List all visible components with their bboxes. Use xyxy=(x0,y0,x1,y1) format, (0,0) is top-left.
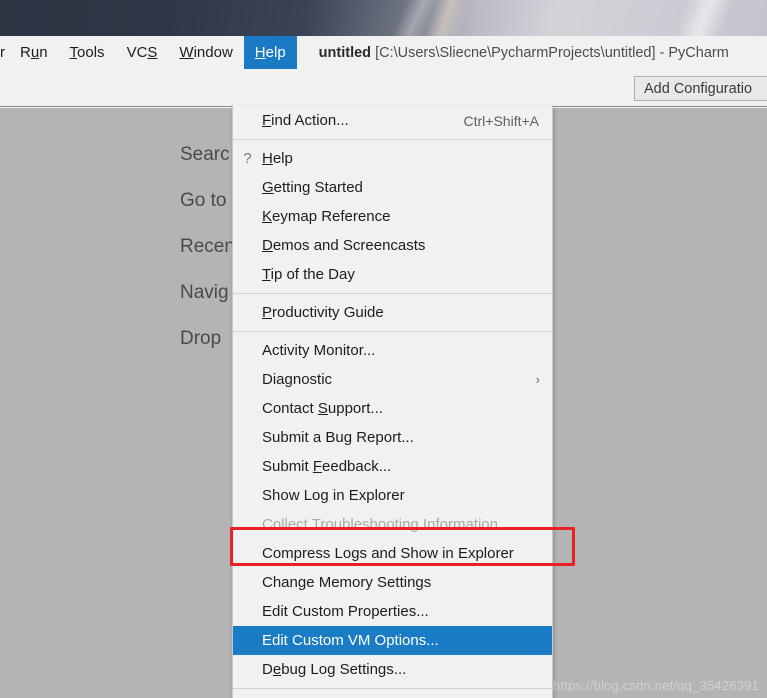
menu-item-label: Find Action... xyxy=(262,112,349,129)
menu-item-label: Diagnostic xyxy=(262,371,333,388)
menu-item-edit-custom-vm-options[interactable]: Edit Custom VM Options... xyxy=(233,626,552,655)
menu-item-label: Change Memory Settings xyxy=(262,574,432,591)
menu-item-compress-logs-and-show-in-explorer[interactable]: Compress Logs and Show in Explorer xyxy=(233,539,552,568)
menu-item-label: Contact Support... xyxy=(262,400,383,417)
menubar-item-window-label: Window xyxy=(179,44,233,61)
menu-item-label: Edit Custom Properties... xyxy=(262,603,429,620)
menu-item-label: Submit Feedback... xyxy=(262,458,392,475)
welcome-line-navigate: Navig xyxy=(180,282,229,303)
window-title-path: [C:\Users\Sliecne\PycharmProjects\untitl… xyxy=(375,44,729,61)
menubar-item-window[interactable]: Window xyxy=(168,36,243,69)
menu-item-collect-troubleshooting-information: Collect Troubleshooting Information xyxy=(233,510,552,539)
menu-item-tip-of-the-day[interactable]: Tip of the Day xyxy=(233,260,552,289)
menu-item-diagnostic[interactable]: Diagnostic › xyxy=(233,365,552,394)
menu-item-keymap-reference[interactable]: Keymap Reference xyxy=(233,202,552,231)
menu-item-label: Getting Started xyxy=(262,179,363,196)
menu-item-change-memory-settings[interactable]: Change Memory Settings xyxy=(233,568,552,597)
menu-item-label: Show Log in Explorer xyxy=(262,487,405,504)
menu-item-label: Edit Custom VM Options... xyxy=(262,632,439,649)
menubar-item-tools-label: Tools xyxy=(69,44,105,61)
menu-item-label: Demos and Screencasts xyxy=(262,237,426,254)
window-title: untitled [C:\Users\Sliecne\PycharmProjec… xyxy=(297,36,729,69)
menu-separator xyxy=(233,688,552,689)
menu-item-label: Compress Logs and Show in Explorer xyxy=(262,545,514,562)
menubar-item-truncated[interactable]: r xyxy=(0,36,9,69)
menu-item-productivity-guide[interactable]: Productivity Guide xyxy=(233,298,552,327)
menubar-item-truncated-label: r xyxy=(0,44,5,61)
menu-item-label: Keymap Reference xyxy=(262,208,391,225)
welcome-line-goto: Go to xyxy=(180,190,227,211)
menubar-item-help-label: Help xyxy=(254,44,286,61)
menu-separator xyxy=(233,331,552,332)
menu-item-debug-log-settings[interactable]: Debug Log Settings... xyxy=(233,655,552,684)
menu-item-label: Activity Monitor... xyxy=(262,342,376,359)
menubar-item-help[interactable]: Help xyxy=(243,36,297,69)
menubar-item-tools[interactable]: Tools xyxy=(59,36,116,69)
menu-item-demos-and-screencasts[interactable]: Demos and Screencasts xyxy=(233,231,552,260)
menu-item-shortcut: Ctrl+Shift+A xyxy=(463,112,539,129)
question-mark-icon: ? xyxy=(243,150,252,167)
menubar-item-vcs[interactable]: VCS xyxy=(116,36,169,69)
add-configuration-label: Add Configuratio xyxy=(644,80,753,97)
menu-item-find-action[interactable]: Find Action... Ctrl+Shift+A xyxy=(233,106,552,135)
menu-item-submit-a-bug-report[interactable]: Submit a Bug Report... xyxy=(233,423,552,452)
menu-item-label: Debug Log Settings... xyxy=(262,661,407,678)
desktop-wallpaper xyxy=(0,0,767,36)
menu-separator xyxy=(233,139,552,140)
menu-item-getting-started[interactable]: Getting Started xyxy=(233,173,552,202)
menu-bar: r Run Tools VCS Window Help untitled [C:… xyxy=(0,36,767,69)
pycharm-window: r Run Tools VCS Window Help untitled [C:… xyxy=(0,36,767,698)
menu-item-activity-monitor[interactable]: Activity Monitor... xyxy=(233,336,552,365)
menu-item-label: Productivity Guide xyxy=(262,304,384,321)
toolbar: Add Configuratio xyxy=(0,69,767,107)
help-dropdown-menu: Find Action... Ctrl+Shift+A? Help Getting S… xyxy=(232,105,553,698)
menu-item-show-log-in-explorer[interactable]: Show Log in Explorer xyxy=(233,481,552,510)
add-configuration-button[interactable]: Add Configuratio xyxy=(634,76,767,101)
menu-item-label: Submit a Bug Report... xyxy=(262,429,414,446)
menu-item-label: Collect Troubleshooting Information xyxy=(262,516,498,533)
watermark: https://blog.csdn.net/qq_35426391 xyxy=(552,678,759,693)
menu-item-submit-feedback[interactable]: Submit Feedback... xyxy=(233,452,552,481)
menu-item-label: Tip of the Day xyxy=(262,266,355,283)
chevron-right-icon: › xyxy=(535,372,540,387)
welcome-line-recent: Recen xyxy=(180,236,235,257)
menubar-item-run[interactable]: Run xyxy=(9,36,59,69)
welcome-line-drop: Drop xyxy=(180,328,222,349)
menubar-item-run-label: Run xyxy=(20,44,48,61)
menu-item-register[interactable]: Register... xyxy=(233,693,552,698)
menu-item-help[interactable]: ? Help xyxy=(233,144,552,173)
menu-item-label: Help xyxy=(262,150,293,167)
menubar-item-vcs-label: VCS xyxy=(126,44,158,61)
menu-separator xyxy=(233,293,552,294)
menu-item-edit-custom-properties[interactable]: Edit Custom Properties... xyxy=(233,597,552,626)
screen: r Run Tools VCS Window Help untitled [C:… xyxy=(0,0,767,698)
window-title-project: untitled xyxy=(318,44,372,61)
welcome-line-search: Searc xyxy=(180,144,230,165)
menu-item-contact-support[interactable]: Contact Support... xyxy=(233,394,552,423)
